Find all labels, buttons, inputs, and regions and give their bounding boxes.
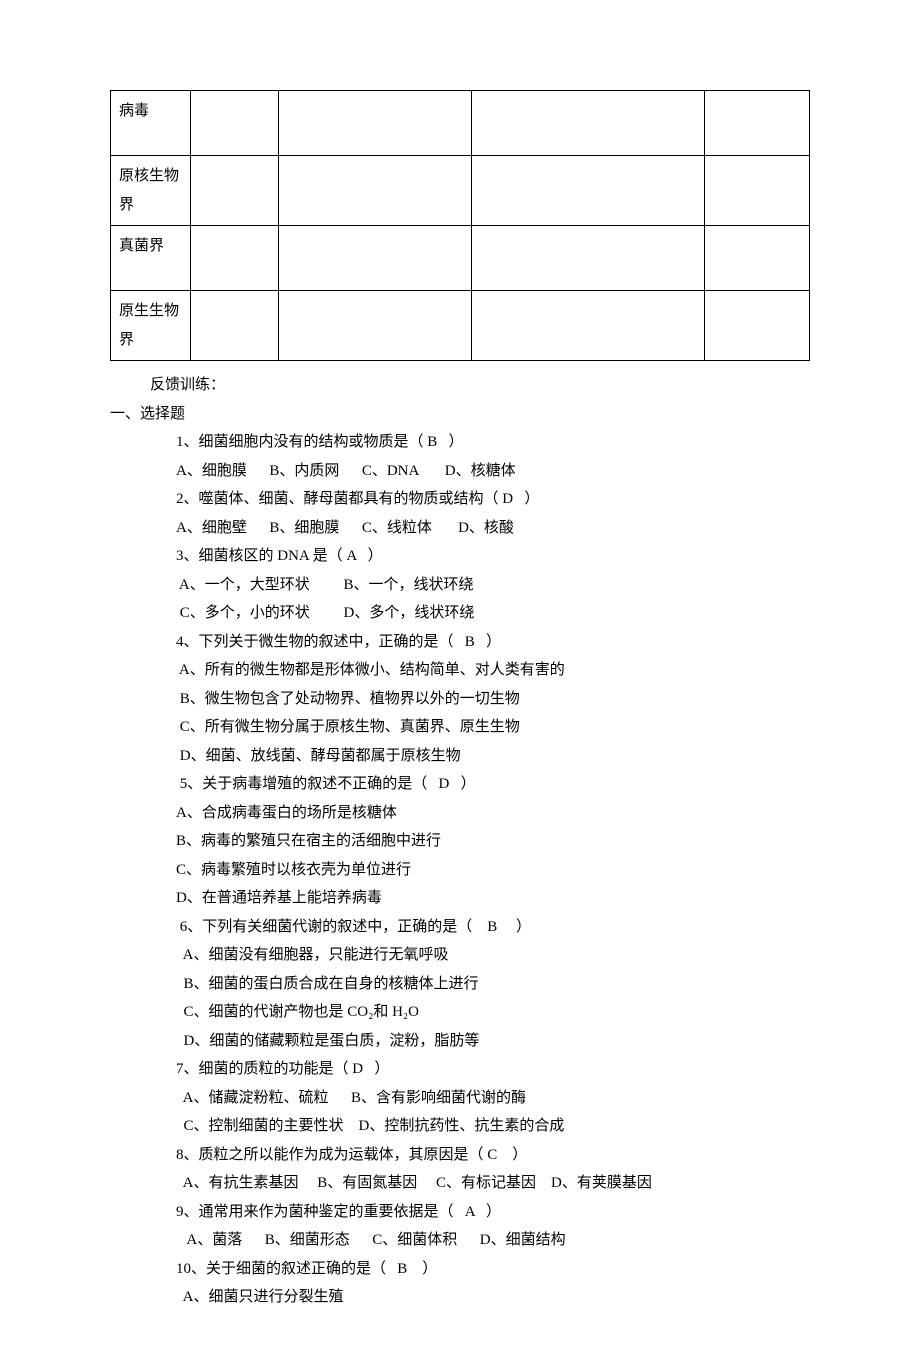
question-option: C、细菌的代谢产物也是 CO₂和 H₂O: [110, 998, 810, 1027]
table-cell: [472, 156, 705, 226]
table-cell: [278, 291, 471, 361]
question-option: B、细菌的蛋白质合成在自身的核糖体上进行: [110, 970, 810, 999]
table-row: 原核生物界: [111, 156, 810, 226]
table-cell: [278, 226, 471, 291]
table-row: 病毒: [111, 91, 810, 156]
question-option: C、控制细菌的主要性状 D、控制抗药性、抗生素的合成: [110, 1112, 810, 1141]
question-stem: 7、细菌的质粒的功能是（ D ）: [110, 1055, 810, 1084]
question-stem: 8、质粒之所以能作为成为运载体，其原因是（ C ）: [110, 1141, 810, 1170]
table-cell: 真菌界: [111, 226, 191, 291]
table-cell: [704, 291, 809, 361]
table-cell: [191, 91, 278, 156]
table-cell: [191, 291, 278, 361]
questions-list: 1、细菌细胞内没有的结构或物质是（ B ）A、细胞膜 B、内质网 C、DNA D…: [110, 428, 810, 1312]
table-cell: [191, 226, 278, 291]
question-option: A、细胞壁 B、细胞膜 C、线粒体 D、核酸: [110, 514, 810, 543]
table-cell: [472, 226, 705, 291]
question-option: D、细菌、放线菌、酵母菌都属于原核生物: [110, 742, 810, 771]
question-option: B、病毒的繁殖只在宿主的活细胞中进行: [110, 827, 810, 856]
table-cell: 病毒: [111, 91, 191, 156]
question-option: C、所有微生物分属于原核生物、真菌界、原生生物: [110, 713, 810, 742]
question-option: A、菌落 B、细菌形态 C、细菌体积 D、细菌结构: [110, 1226, 810, 1255]
question-option: C、多个，小的环状 D、多个，线状环绕: [110, 599, 810, 628]
table-cell: [191, 156, 278, 226]
question-option: A、细菌没有细胞器，只能进行无氧呼吸: [110, 941, 810, 970]
question-option: A、细菌只进行分裂生殖: [110, 1283, 810, 1312]
question-option: D、细菌的储藏颗粒是蛋白质，淀粉，脂肪等: [110, 1027, 810, 1056]
table-cell: [472, 91, 705, 156]
question-option: B、微生物包含了处动物界、植物界以外的一切生物: [110, 685, 810, 714]
table-cell: 原生生物界: [111, 291, 191, 361]
question-option: A、有抗生素基因 B、有固氮基因 C、有标记基因 D、有荚膜基因: [110, 1169, 810, 1198]
question-option: A、所有的微生物都是形体微小、结构简单、对人类有害的: [110, 656, 810, 685]
question-option: A、合成病毒蛋白的场所是核糖体: [110, 799, 810, 828]
question-option: C、病毒繁殖时以核衣壳为单位进行: [110, 856, 810, 885]
table-cell: 原核生物界: [111, 156, 191, 226]
feedback-heading: 反馈训练：: [110, 371, 810, 400]
question-option: A、储藏淀粉粒、硫粒 B、含有影响细菌代谢的酶: [110, 1084, 810, 1113]
question-stem: 3、细菌核区的 DNA 是（ A ）: [110, 542, 810, 571]
question-stem: 6、下列有关细菌代谢的叙述中，正确的是（ B ）: [110, 913, 810, 942]
table-cell: [704, 91, 809, 156]
question-stem: 4、下列关于微生物的叙述中，正确的是（ B ）: [110, 628, 810, 657]
question-stem: 10、关于细菌的叙述正确的是（ B ）: [110, 1255, 810, 1284]
question-stem: 9、通常用来作为菌种鉴定的重要依据是（ A ）: [110, 1198, 810, 1227]
question-stem: 1、细菌细胞内没有的结构或物质是（ B ）: [110, 428, 810, 457]
table-cell: [704, 156, 809, 226]
table-cell: [278, 156, 471, 226]
table-cell: [472, 291, 705, 361]
question-option: D、在普通培养基上能培养病毒: [110, 884, 810, 913]
choice-heading: 一、选择题: [110, 400, 810, 429]
classification-table: 病毒原核生物界真菌界原生生物界: [110, 90, 810, 361]
question-stem: 2、噬菌体、细菌、酵母菌都具有的物质或结构（ D ）: [110, 485, 810, 514]
question-stem: 5、关于病毒增殖的叙述不正确的是（ D ）: [110, 770, 810, 799]
table-cell: [704, 226, 809, 291]
table-cell: [278, 91, 471, 156]
question-option: A、一个，大型环状 B、一个，线状环绕: [110, 571, 810, 600]
question-option: A、细胞膜 B、内质网 C、DNA D、核糖体: [110, 457, 810, 486]
table-row: 真菌界: [111, 226, 810, 291]
table-row: 原生生物界: [111, 291, 810, 361]
